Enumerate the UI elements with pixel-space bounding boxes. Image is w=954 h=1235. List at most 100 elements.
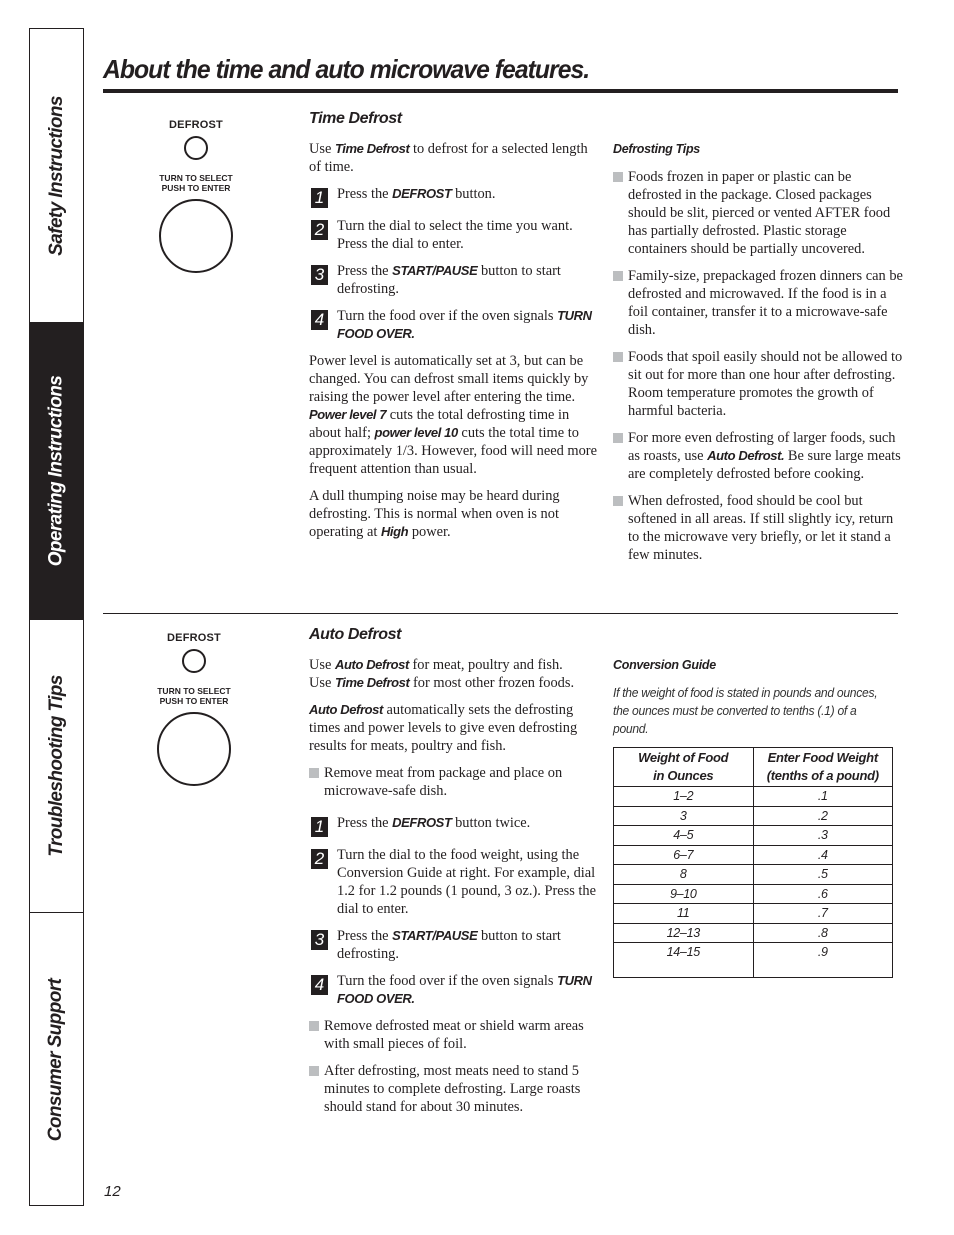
tip-item: When defrosted, food should be cool but …: [613, 492, 903, 564]
bullet-text: Remove defrosted meat or shield warm are…: [324, 1018, 584, 1052]
emphasis: Auto Defrost: [334, 657, 409, 672]
defrost-button-label: DEFROST: [169, 119, 223, 131]
tip-item: Foods frozen in paper or plastic can be …: [613, 168, 903, 258]
text: Press the: [337, 815, 393, 831]
table-row: 12–13.8: [613, 922, 893, 943]
step-item: 3 Press the START/PAUSE button to start …: [309, 927, 599, 963]
text: Weight of Food: [638, 750, 729, 765]
dial-knob-icon: [159, 199, 233, 273]
cell-tenths: .5: [752, 864, 893, 885]
cell-tenths: .9: [752, 942, 893, 978]
step-text: Press the DEFROST button twice.: [337, 814, 599, 832]
text: button twice.: [451, 815, 531, 831]
defrost-button-label: DEFROST: [167, 632, 221, 644]
emphasis: DEFROST: [392, 186, 452, 201]
table-row: 4–5.3: [613, 825, 893, 846]
text: Turn the dial to select the time you wan…: [337, 218, 573, 252]
step-text: Turn the food over if the oven signals T…: [337, 307, 599, 343]
section-divider: [103, 613, 898, 614]
step-item: 3 Press the START/PAUSE button to start …: [309, 262, 599, 298]
table-row: 14–15.9: [613, 942, 893, 978]
auto-defrost-intro: Use Auto Defrost for meat, poultry and f…: [309, 656, 599, 692]
emphasis: Auto Defrost: [309, 702, 383, 717]
text: Enter Food Weight: [767, 750, 879, 765]
step-number-badge: 4: [311, 975, 328, 995]
defrosting-tips-section: Defrosting Tips Foods frozen in paper or…: [613, 140, 903, 573]
step-text: Turn the dial to select the time you wan…: [337, 217, 599, 253]
table-row: 9–10.6: [613, 883, 893, 904]
cell-ounces: 14–15: [613, 942, 754, 978]
text: Use: [309, 657, 335, 673]
cell-tenths: .3: [752, 825, 893, 846]
column-header-enter-weight: Enter Food Weight (tenths of a pound): [752, 747, 893, 787]
conversion-guide-section: Conversion Guide If the weight of food i…: [613, 656, 903, 978]
side-tab-consumer-support[interactable]: Consumer Support: [30, 912, 83, 1206]
table-row: 8.5: [613, 864, 893, 885]
side-tab-label: Safety Instructions: [45, 95, 67, 256]
step-number-badge: 1: [311, 817, 328, 837]
emphasis: High: [380, 524, 409, 539]
text: Press the: [337, 263, 393, 279]
emphasis: Auto Defrost.: [707, 448, 785, 463]
cell-tenths: .8: [752, 922, 893, 943]
bullet-square-icon: [309, 1021, 319, 1031]
emphasis: START/PAUSE: [392, 928, 478, 943]
cell-ounces: 8: [613, 864, 754, 885]
bullet-square-icon: [613, 433, 623, 443]
table-header-row: Weight of Food in Ounces Enter Food Weigh…: [613, 747, 893, 787]
tip-text: For more even defrosting of larger foods…: [628, 429, 903, 483]
tip-text: When defrosted, food should be cool but …: [628, 493, 894, 563]
dial-label: Turn to Select Push to Enter: [139, 686, 249, 706]
time-defrost-section: Time Defrost Use Time Defrost to defrost…: [309, 110, 599, 550]
side-tabs: Safety Instructions Operating Instructio…: [29, 28, 84, 1206]
dial-label-line1: Turn to Select: [157, 686, 231, 696]
cell-tenths: .6: [752, 883, 893, 904]
cell-ounces: 11: [613, 903, 754, 924]
tip-text: Foods that spoil easily should not be al…: [628, 349, 903, 419]
step-number-badge: 4: [311, 310, 328, 330]
text: for meat, poultry and fish.: [408, 657, 563, 673]
side-tab-troubleshooting-tips[interactable]: Troubleshooting Tips: [30, 619, 83, 912]
auto-defrost-section: Auto Defrost Use Auto Defrost for meat, …: [309, 626, 599, 1125]
cell-ounces: 4–5: [613, 825, 754, 846]
side-tab-label: Consumer Support: [45, 978, 67, 1141]
cell-ounces: 12–13: [613, 922, 754, 943]
title-divider: [103, 89, 898, 93]
step-item: 4 Turn the food over if the oven signals…: [309, 972, 599, 1008]
cell-tenths: .2: [752, 805, 893, 826]
text: Use: [309, 675, 335, 691]
dial-knob-icon: [157, 712, 231, 786]
cell-ounces: 3: [613, 805, 754, 826]
side-tab-safety-instructions[interactable]: Safety Instructions: [30, 29, 83, 322]
text: Turn the food over if the oven signals: [337, 973, 558, 989]
text: (tenths of a pound): [766, 768, 879, 783]
emphasis: Time Defrost: [334, 675, 410, 690]
step-number-badge: 3: [311, 930, 328, 950]
bullet-square-icon: [613, 172, 623, 182]
noise-paragraph: A dull thumping noise may be heard durin…: [309, 487, 599, 541]
step-text: Press the DEFROST button.: [337, 185, 599, 203]
bullet-square-icon: [613, 352, 623, 362]
table-row: 11.7: [613, 903, 893, 924]
control-panel-illustration: DEFROST Turn to Select Push to Enter: [141, 119, 251, 273]
dial-label-line1: Turn to Select: [159, 173, 233, 183]
emphasis: power level 10: [374, 425, 459, 440]
defrost-button-icon: [182, 649, 206, 673]
auto-defrost-heading: Auto Defrost: [309, 626, 402, 643]
emphasis: START/PAUSE: [392, 263, 478, 278]
text: Use: [309, 141, 335, 157]
bullet-item: After defrosting, most meats need to sta…: [309, 1062, 599, 1116]
text: for most other frozen foods.: [409, 675, 575, 691]
text: Power level is automatically set at 3, b…: [309, 353, 589, 405]
side-tab-operating-instructions[interactable]: Operating Instructions: [30, 322, 83, 619]
dial-label-line2: Push to Enter: [161, 183, 231, 193]
emphasis: Time Defrost: [334, 141, 410, 156]
step-text: Press the START/PAUSE button to start de…: [337, 262, 599, 298]
conversion-table: Weight of Food in Ounces Enter Food Weigh…: [613, 747, 893, 978]
dial-label: Turn to Select Push to Enter: [141, 173, 251, 193]
text: Press the: [337, 186, 393, 202]
bullet-square-icon: [309, 1066, 319, 1076]
tip-item: For more even defrosting of larger foods…: [613, 429, 903, 483]
text: in Ounces: [653, 768, 714, 783]
step-text: Press the START/PAUSE button to start de…: [337, 927, 599, 963]
